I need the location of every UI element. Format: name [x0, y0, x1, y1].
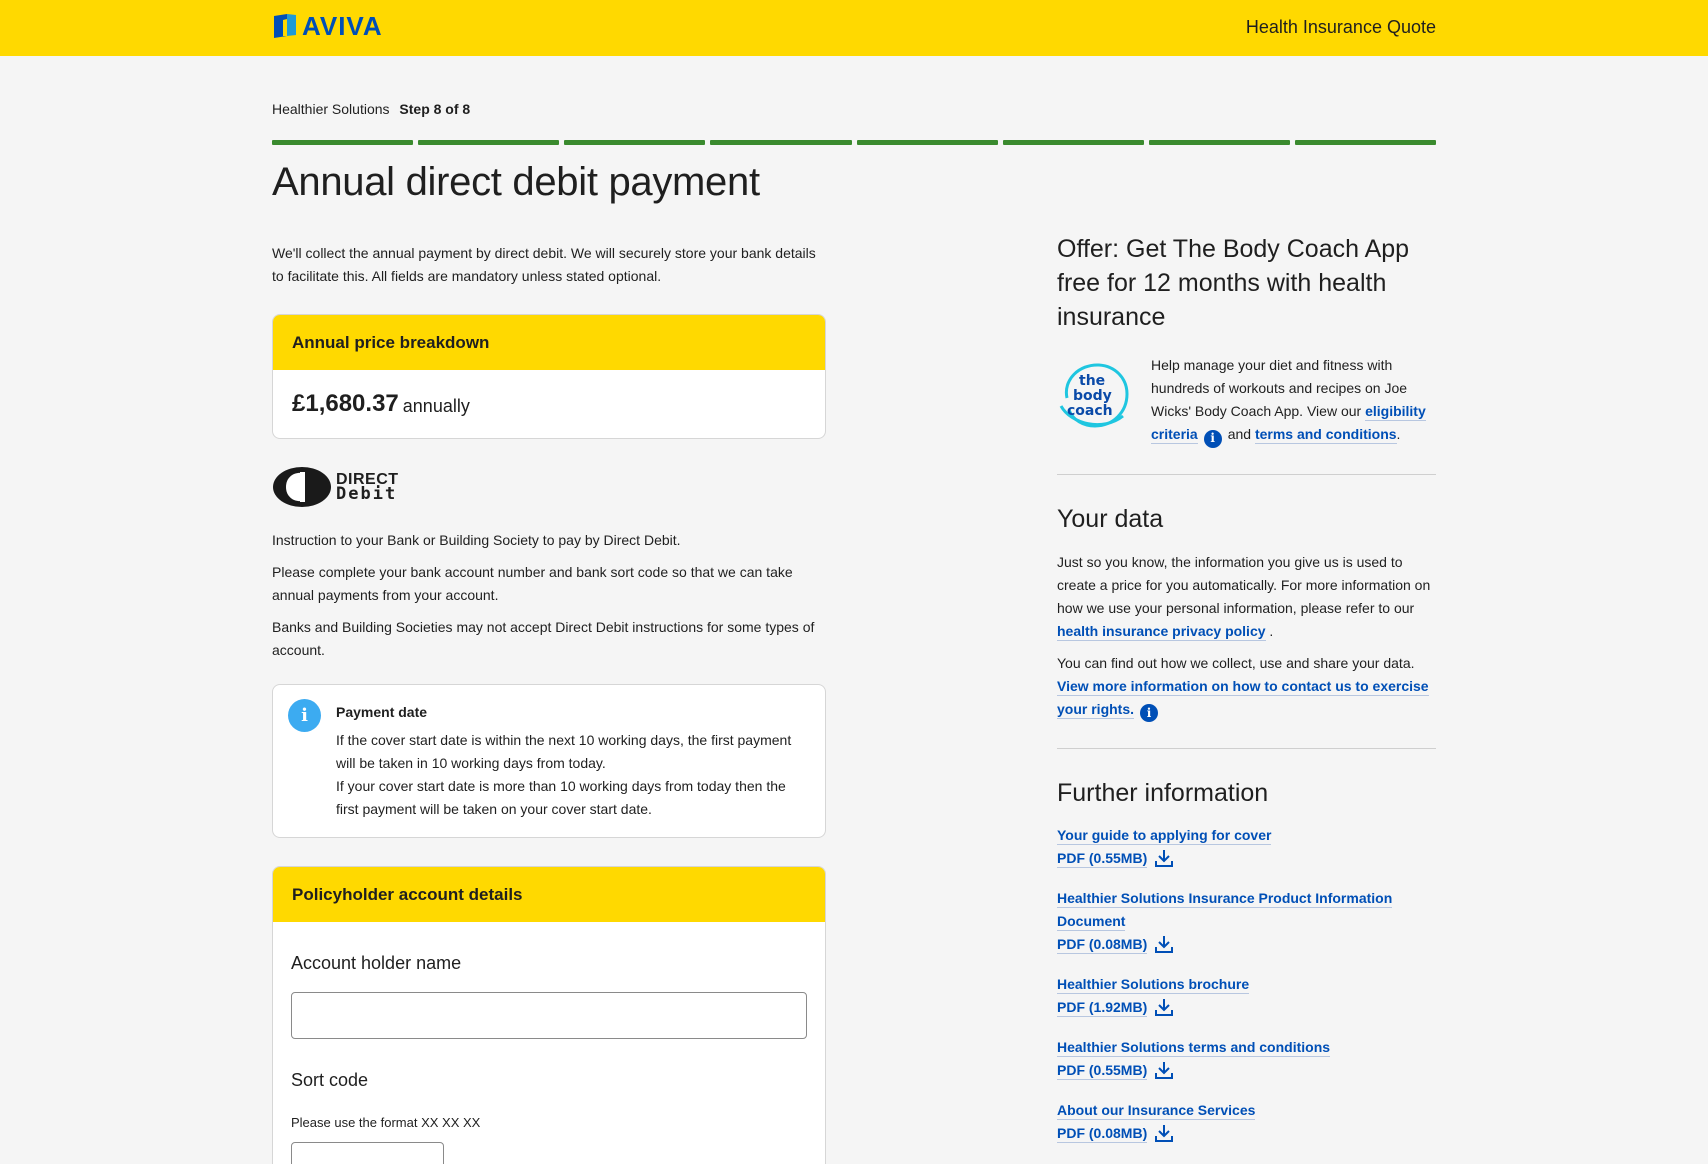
document-download-link[interactable]: PDF (0.08MB) [1057, 1125, 1148, 1143]
offer-text: Help manage your diet and fitness with h… [1151, 354, 1436, 448]
download-icon[interactable] [1154, 934, 1174, 954]
progress-segment [418, 140, 560, 145]
intro-text: We'll collect the annual payment by dire… [272, 245, 816, 284]
offer-title: Offer: Get The Body Coach App free for 1… [1057, 235, 1410, 331]
your-data-description: Just so you know, the information you gi… [1057, 553, 1431, 616]
price-amount: £1,680.37 [292, 390, 399, 417]
product-name: Healthier Solutions [272, 101, 390, 117]
document-item: Healthier Solutions brochure PDF (1.92MB… [1057, 973, 1436, 1019]
your-rights-description: You can find out how we collect, use and… [1057, 654, 1415, 671]
direct-debit-word-2: Debit [336, 484, 398, 504]
download-icon[interactable] [1154, 1123, 1174, 1143]
offer-terms-link[interactable]: terms and conditions [1254, 426, 1397, 444]
progress-bar [272, 140, 1436, 145]
progress-segment [710, 140, 852, 145]
header-title: Health Insurance Quote [1245, 17, 1436, 37]
aviva-logo-text: AVIVA [302, 11, 383, 41]
download-icon[interactable] [1154, 997, 1174, 1017]
page-title: Annual direct debit payment [272, 160, 760, 204]
payment-date-title: Payment date [336, 704, 428, 720]
document-link[interactable]: Healthier Solutions terms and conditions [1057, 1039, 1331, 1057]
account-details-heading: Policyholder account details [273, 867, 825, 922]
your-data-end-punct: . [1265, 622, 1274, 639]
offer-end-punct: . [1396, 426, 1401, 442]
site-header: AVIVA Health Insurance Quote [0, 0, 1708, 56]
your-rights-link[interactable]: View more information on how to contact … [1057, 677, 1429, 719]
progress-segment [856, 140, 998, 145]
divider [1057, 748, 1436, 749]
body-coach-logo-line-1: the [1079, 373, 1105, 389]
document-item: About our Insurance Services PDF (0.08MB… [1057, 1099, 1436, 1145]
sidebar: Offer: Get The Body Coach App free for 1… [1057, 232, 1436, 1162]
dd-instruction-text: Instruction to your Bank or Building Soc… [272, 532, 681, 548]
body-coach-logo: the body coach [1059, 363, 1129, 428]
aviva-logo-mark-icon [274, 14, 296, 38]
dd-complete-text: Please complete your bank account number… [272, 564, 793, 603]
further-info-title: Further information [1057, 779, 1269, 807]
sort-code-input[interactable] [291, 1142, 444, 1164]
price-breakdown-card: Annual price breakdown £1,680.37 annuall… [272, 314, 826, 439]
sort-code-label: Sort code [291, 1070, 369, 1090]
document-link[interactable]: About our Insurance Services [1057, 1102, 1256, 1120]
aviva-logo[interactable]: AVIVA [274, 13, 383, 39]
your-data-title: Your data [1057, 504, 1164, 533]
document-download-link[interactable]: PDF (0.08MB) [1057, 936, 1148, 954]
offer-content: the body coach Help manage your diet and… [1057, 354, 1436, 448]
direct-debit-mark-icon [273, 467, 331, 507]
step-indicator: Healthier Solutions Step 8 of 8 [272, 101, 470, 117]
progress-segment [1148, 140, 1290, 145]
account-holder-input[interactable] [291, 992, 807, 1039]
your-rights-text: You can find out how we collect, use and… [1057, 652, 1436, 722]
direct-debit-wordmark: DIRECT Debit [336, 472, 399, 504]
document-item: Healthier Solutions terms and conditions… [1057, 1036, 1436, 1082]
progress-segment [272, 140, 414, 145]
document-download-link[interactable]: PDF (0.55MB) [1057, 850, 1148, 868]
account-details-card: Policyholder account details Account hol… [272, 866, 826, 1164]
progress-segment [1294, 140, 1436, 145]
document-link[interactable]: Your guide to applying for cover [1057, 827, 1272, 845]
payment-date-line-1: If the cover start date is within the ne… [336, 732, 792, 771]
main-column: We'll collect the annual payment by dire… [272, 242, 826, 1164]
document-item: Your guide to applying for cover PDF (0.… [1057, 824, 1436, 870]
document-link[interactable]: Healthier Solutions Insurance Product In… [1057, 890, 1393, 931]
your-data-text: Just so you know, the information you gi… [1057, 551, 1436, 643]
download-icon[interactable] [1154, 848, 1174, 868]
info-icon: i [288, 699, 321, 732]
sort-code-hint: Please use the format XX XX XX [291, 1115, 481, 1130]
eligibility-info-icon[interactable]: i [1203, 429, 1222, 448]
dd-accept-text: Banks and Building Societies may not acc… [272, 619, 815, 658]
document-download-link[interactable]: PDF (0.55MB) [1057, 1062, 1148, 1080]
document-download-link[interactable]: PDF (1.92MB) [1057, 999, 1148, 1017]
account-form: Account holder name Sort code Please use… [273, 953, 825, 1164]
divider [1057, 473, 1436, 475]
document-list: Your guide to applying for cover PDF (0.… [1057, 824, 1436, 1145]
progress-segment [1002, 140, 1144, 145]
payment-date-line-2: If your cover start date is more than 10… [336, 778, 786, 817]
price-unit: annually [402, 395, 470, 416]
body-coach-logo-line-3: coach [1067, 403, 1113, 419]
your-rights-info-icon[interactable]: i [1140, 704, 1159, 722]
step-count: Step 8 of 8 [399, 101, 471, 117]
progress-segment [564, 140, 706, 145]
document-item: Healthier Solutions Insurance Product In… [1057, 887, 1436, 956]
offer-and-text: and [1227, 426, 1252, 442]
body-coach-logo-line-2: body [1073, 388, 1112, 404]
price-breakdown-heading: Annual price breakdown [273, 315, 825, 370]
document-link[interactable]: Healthier Solutions brochure [1057, 976, 1250, 994]
account-holder-label: Account holder name [291, 953, 462, 973]
download-icon[interactable] [1154, 1060, 1174, 1080]
payment-date-info: i Payment date If the cover start date i… [272, 684, 826, 838]
privacy-policy-link[interactable]: health insurance privacy policy [1057, 622, 1266, 641]
direct-debit-logo: DIRECT Debit [272, 466, 826, 508]
price-row: £1,680.37 annually [273, 370, 825, 438]
